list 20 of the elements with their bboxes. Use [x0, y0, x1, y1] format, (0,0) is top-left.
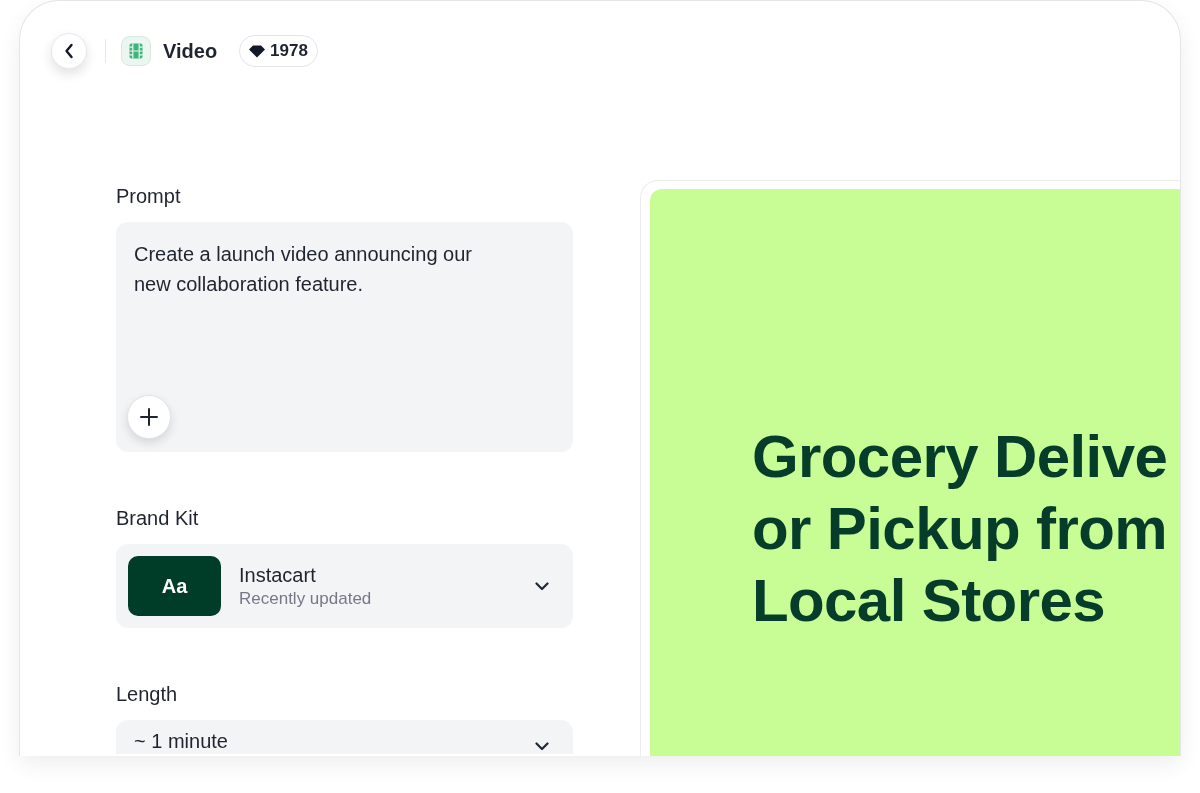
length-select[interactable]: ~ 1 minute — [116, 720, 573, 754]
prompt-field[interactable]: Create a launch video announcing our new collaboration feature. — [116, 222, 573, 452]
field-label: Brand Kit — [116, 506, 200, 531]
brand-font-swatch: Aa — [128, 556, 221, 616]
page-title: Video — [163, 39, 218, 63]
film-icon — [121, 36, 151, 66]
back-button[interactable] — [51, 33, 87, 69]
brand-name: Instacart — [239, 563, 317, 588]
brand-kit-select[interactable]: Aa Instacart Recently updated — [116, 544, 573, 628]
gem-icon — [249, 44, 266, 58]
chevron-left-icon — [64, 43, 74, 59]
field-label: Length — [116, 682, 179, 707]
field-label: Prompt — [116, 184, 182, 209]
slide-headline: Grocery Delive or Pickup from Local Stores — [752, 422, 1168, 636]
brand-subtitle: Recently updated — [239, 588, 373, 610]
chevron-down-icon — [535, 742, 549, 751]
plus-icon — [140, 408, 158, 426]
chevron-down-icon — [535, 581, 549, 591]
credits-count: 1978 — [270, 41, 308, 61]
add-button[interactable] — [127, 395, 171, 439]
